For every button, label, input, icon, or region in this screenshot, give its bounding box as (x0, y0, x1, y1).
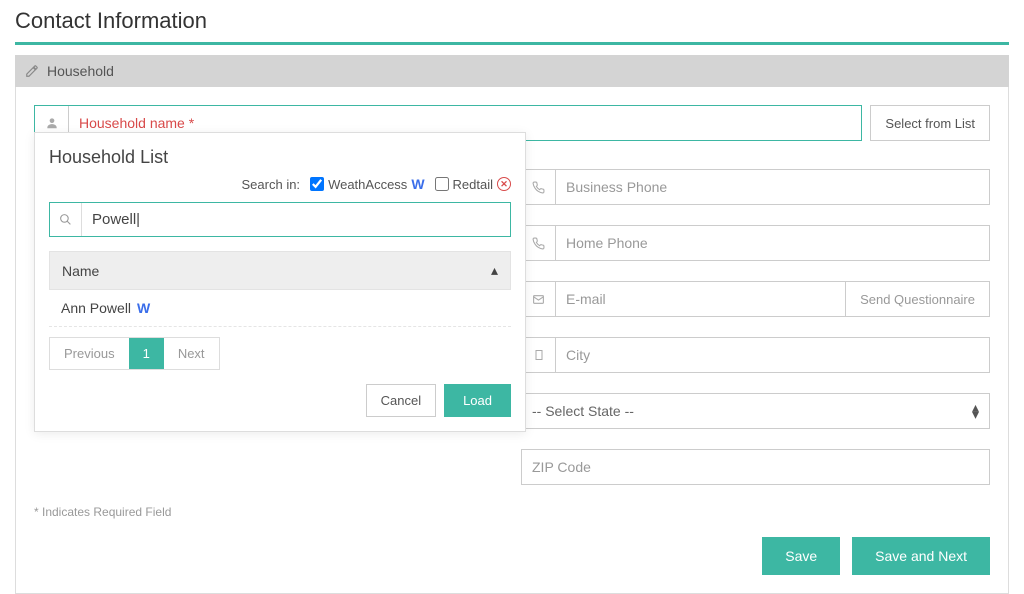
popup-actions: Cancel Load (49, 384, 511, 417)
household-list-popup: Household List Search in: WeathAccess W … (34, 132, 526, 432)
weathaccess-icon: W (411, 176, 424, 192)
business-phone-group (521, 169, 990, 205)
phone-icon (522, 226, 556, 260)
edit-icon (25, 64, 39, 78)
redtail-label: Redtail (453, 177, 493, 192)
pager-page-1[interactable]: 1 (129, 338, 164, 369)
footer-actions: Save Save and Next (34, 537, 990, 575)
required-footnote: * Indicates Required Field (34, 505, 990, 519)
popup-search-input[interactable] (82, 203, 510, 236)
save-and-next-button[interactable]: Save and Next (852, 537, 990, 575)
source-weathaccess[interactable]: WeathAccess W (310, 176, 424, 192)
popup-search-box (49, 202, 511, 237)
column-name-label: Name (62, 263, 99, 279)
weathaccess-checkbox[interactable] (310, 177, 324, 191)
email-input[interactable] (556, 282, 845, 316)
zip-input[interactable] (532, 459, 979, 475)
weathaccess-label: WeathAccess (328, 177, 407, 192)
row-name: Ann Powell (61, 300, 131, 316)
title-divider (15, 42, 1009, 45)
section-header-label: Household (47, 63, 114, 79)
popup-title: Household List (49, 147, 511, 168)
pager-next[interactable]: Next (164, 338, 219, 369)
table-row[interactable]: Ann Powell W (49, 290, 511, 327)
table-header[interactable]: Name ▴ (49, 251, 511, 290)
city-input[interactable] (556, 338, 989, 372)
pager-previous[interactable]: Previous (50, 338, 129, 369)
state-placeholder-label: -- Select State -- (532, 403, 634, 419)
email-group: Send Questionnaire (521, 281, 990, 317)
state-select[interactable]: -- Select State -- ▴▾ (521, 393, 990, 429)
search-in-row: Search in: WeathAccess W Redtail ✕ (49, 176, 511, 192)
household-section-header: Household (15, 55, 1009, 87)
building-icon (522, 338, 556, 372)
select-updown-icon: ▴▾ (972, 404, 979, 418)
city-group (521, 337, 990, 373)
redtail-icon: ✕ (497, 177, 511, 191)
section-body: Select from List Send Ques (15, 87, 1009, 594)
source-redtail[interactable]: Redtail ✕ (435, 177, 511, 192)
weathaccess-icon: W (137, 300, 150, 316)
page-title: Contact Information (15, 8, 1009, 34)
select-from-list-button[interactable]: Select from List (870, 105, 990, 141)
home-phone-group (521, 225, 990, 261)
home-phone-input[interactable] (556, 226, 989, 260)
load-button[interactable]: Load (444, 384, 511, 417)
phone-icon (522, 170, 556, 204)
pager: Previous 1 Next (49, 337, 220, 370)
business-phone-input[interactable] (556, 170, 989, 204)
search-icon (50, 203, 82, 236)
search-in-label: Search in: (242, 177, 301, 192)
send-questionnaire-button[interactable]: Send Questionnaire (845, 282, 989, 316)
cancel-button[interactable]: Cancel (366, 384, 436, 417)
mail-icon (522, 282, 556, 316)
zip-group (521, 449, 990, 485)
redtail-checkbox[interactable] (435, 177, 449, 191)
right-column: Send Questionnaire -- Select State -- ▴▾ (521, 169, 990, 485)
sort-icon: ▴ (491, 262, 498, 279)
save-button[interactable]: Save (762, 537, 840, 575)
